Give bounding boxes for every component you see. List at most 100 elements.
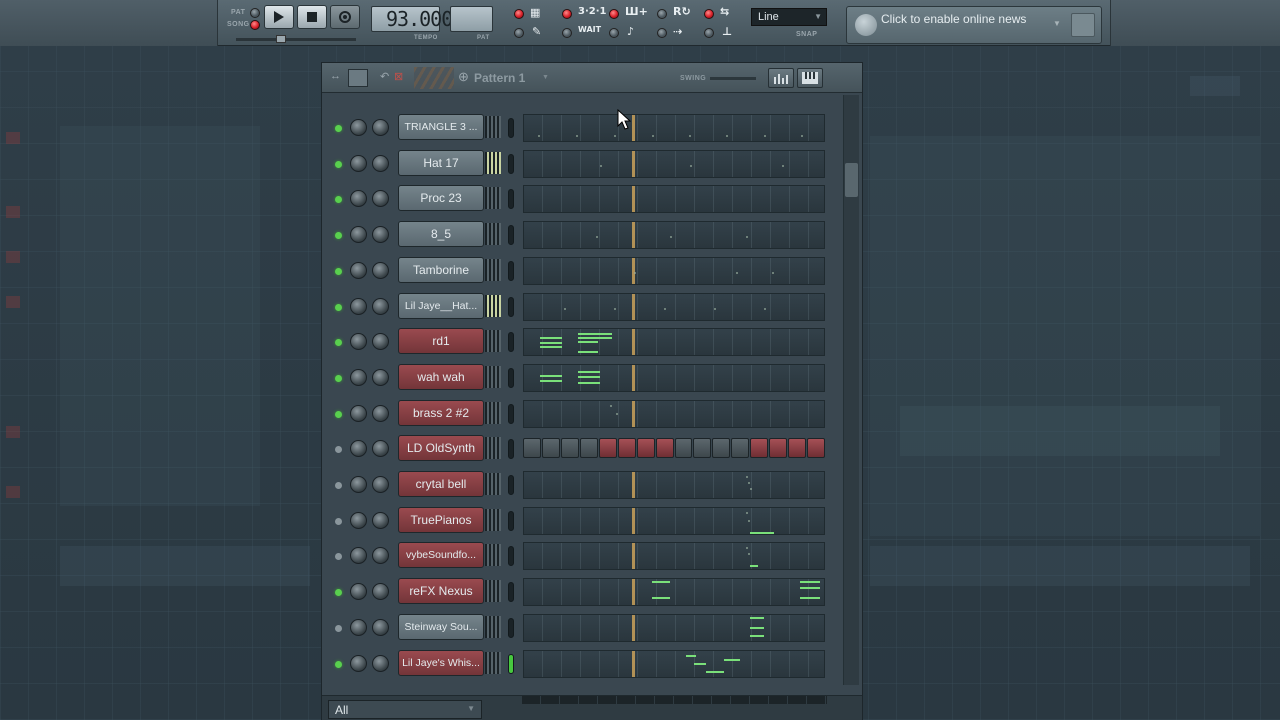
channel-row[interactable]: TruePianos — [322, 505, 842, 541]
channel-pan-knob[interactable] — [350, 512, 367, 529]
channel-select-indicator[interactable] — [508, 297, 514, 317]
channel-name-button[interactable]: vybeSoundfo... — [398, 542, 484, 568]
channel-piano-roll-preview[interactable] — [523, 507, 825, 535]
online-news-panel[interactable]: Click to enable online news ▼ — [846, 6, 1102, 44]
news-dropdown-icon[interactable]: ▼ — [1053, 19, 1061, 28]
channel-volume-knob[interactable] — [372, 440, 389, 457]
channel-name-button[interactable]: Lil Jaye's Whis... — [398, 650, 484, 676]
channel-pan-knob[interactable] — [350, 298, 367, 315]
swing-slider[interactable] — [710, 77, 756, 80]
channel-select-indicator[interactable] — [508, 189, 514, 209]
channel-name-button[interactable]: Steinway Sou... — [398, 614, 484, 640]
record-button[interactable] — [330, 5, 360, 29]
step-button[interactable] — [693, 438, 712, 458]
channel-mute-led[interactable] — [335, 304, 342, 311]
channel-mute-led[interactable] — [335, 446, 342, 453]
channel-pan-knob[interactable] — [350, 155, 367, 172]
channel-volume-knob[interactable] — [372, 619, 389, 636]
metronome-toggle[interactable] — [514, 9, 524, 19]
channel-select-indicator[interactable] — [508, 582, 514, 602]
channel-volume-knob[interactable] — [372, 155, 389, 172]
channel-rack-scrollbar[interactable] — [843, 95, 859, 685]
playlist-button[interactable] — [1190, 76, 1240, 96]
pattern-dropdown-icon[interactable]: ▼ — [542, 74, 549, 81]
channel-pan-knob[interactable] — [350, 655, 367, 672]
toggle-2-1[interactable] — [514, 28, 524, 38]
step-button[interactable] — [655, 438, 674, 458]
channel-volume-knob[interactable] — [372, 512, 389, 529]
download-icon[interactable] — [1071, 13, 1095, 37]
channel-volume-knob[interactable] — [372, 226, 389, 243]
channel-volume-knob[interactable] — [372, 655, 389, 672]
channel-volume-knob[interactable] — [372, 476, 389, 493]
channel-select-indicator[interactable] — [508, 261, 514, 281]
channel-mute-led[interactable] — [335, 518, 342, 525]
channel-filter-select[interactable]: All ▼ — [328, 700, 482, 719]
channel-mute-led[interactable] — [335, 661, 342, 668]
toggle-2-4[interactable] — [657, 28, 667, 38]
channel-pan-knob[interactable] — [350, 262, 367, 279]
channel-name-button[interactable]: Hat 17 — [398, 150, 484, 176]
song-mode-radio[interactable] — [250, 20, 260, 30]
channel-select-indicator[interactable] — [508, 618, 514, 638]
channel-mute-led[interactable] — [335, 339, 342, 346]
channel-volume-knob[interactable] — [372, 119, 389, 136]
step-button[interactable] — [636, 438, 655, 458]
channel-select-indicator[interactable] — [508, 475, 514, 495]
channel-name-button[interactable]: TruePianos — [398, 507, 484, 533]
channel-volume-knob[interactable] — [372, 262, 389, 279]
channel-piano-roll-preview[interactable] — [523, 400, 825, 428]
loop-record-toggle[interactable] — [657, 9, 667, 19]
channel-piano-roll-preview[interactable] — [523, 114, 825, 142]
stop-button[interactable] — [297, 5, 327, 29]
channel-select-indicator[interactable] — [508, 118, 514, 138]
channel-name-button[interactable]: reFX Nexus — [398, 578, 484, 604]
channel-name-button[interactable]: crytal bell — [398, 471, 484, 497]
channel-pan-knob[interactable] — [350, 476, 367, 493]
channel-name-button[interactable]: wah wah — [398, 364, 484, 390]
channel-row[interactable]: Lil Jaye's Whis... — [322, 648, 842, 684]
channel-mute-led[interactable] — [335, 125, 342, 132]
master-volume-slider[interactable] — [236, 38, 356, 41]
step-button[interactable] — [560, 438, 579, 458]
play-button[interactable] — [264, 5, 294, 29]
channel-name-button[interactable]: TRIANGLE 3 ... — [398, 114, 484, 140]
step-button[interactable] — [807, 438, 825, 458]
channel-pan-knob[interactable] — [350, 333, 367, 350]
channel-row[interactable]: TRIANGLE 3 ... — [322, 112, 842, 148]
channel-piano-roll-preview[interactable] — [523, 185, 825, 213]
channel-select-indicator[interactable] — [508, 154, 514, 174]
channel-name-button[interactable]: Lil Jaye__Hat... — [398, 293, 484, 319]
scrollbar-thumb[interactable] — [845, 163, 858, 197]
channel-name-button[interactable]: Tamborine — [398, 257, 484, 283]
channel-select-indicator[interactable] — [508, 439, 514, 459]
typing-keyboard-toggle[interactable] — [609, 9, 619, 19]
channel-piano-roll-preview[interactable] — [523, 650, 825, 678]
channel-piano-roll-preview[interactable] — [523, 578, 825, 606]
step-button[interactable] — [617, 438, 636, 458]
channel-piano-roll-preview[interactable] — [523, 471, 825, 499]
step-button[interactable] — [541, 438, 560, 458]
channel-row[interactable]: wah wah — [322, 362, 842, 398]
channel-piano-roll-preview[interactable] — [523, 328, 825, 356]
graph-view-button[interactable] — [768, 68, 794, 88]
step-button[interactable] — [579, 438, 598, 458]
channel-mute-led[interactable] — [335, 196, 342, 203]
channel-pan-knob[interactable] — [350, 369, 367, 386]
channel-pan-knob[interactable] — [350, 119, 367, 136]
channel-volume-knob[interactable] — [372, 333, 389, 350]
channel-pan-knob[interactable] — [350, 226, 367, 243]
menu-icon[interactable] — [348, 69, 368, 87]
channel-row[interactable]: reFX Nexus — [322, 576, 842, 612]
step-button[interactable] — [674, 438, 693, 458]
channel-piano-roll-preview[interactable] — [523, 221, 825, 249]
channel-select-indicator[interactable] — [508, 404, 514, 424]
channel-select-indicator[interactable] — [508, 225, 514, 245]
pattern-plus-icon[interactable]: ⊕ — [458, 69, 469, 85]
step-button[interactable] — [788, 438, 807, 458]
channel-volume-knob[interactable] — [372, 547, 389, 564]
channel-volume-knob[interactable] — [372, 583, 389, 600]
channel-piano-roll-preview[interactable] — [523, 542, 825, 570]
channel-piano-roll-preview[interactable] — [523, 364, 825, 392]
graph-editor-handle[interactable] — [414, 67, 454, 89]
